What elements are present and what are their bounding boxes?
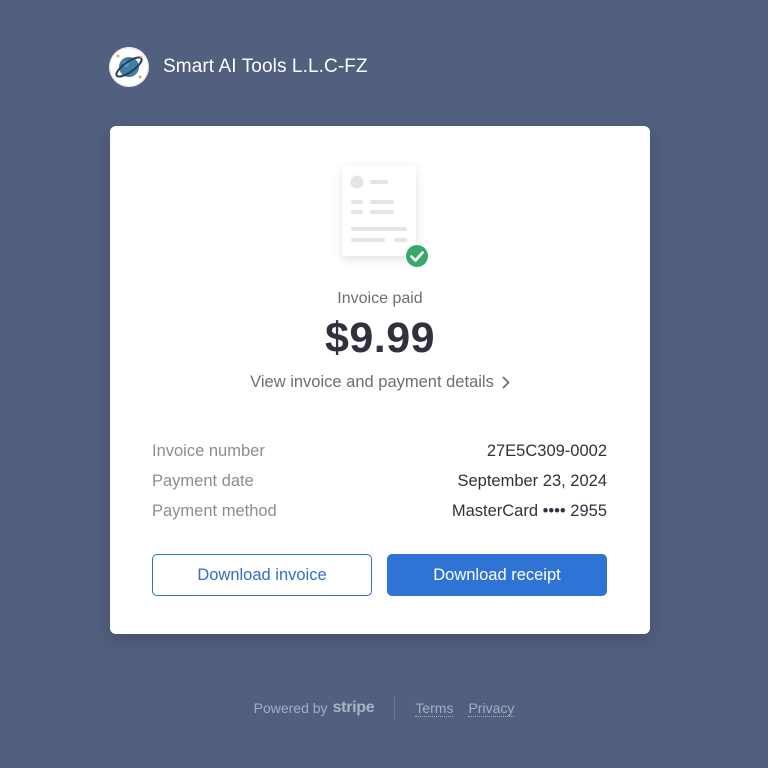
invoice-amount: $9.99	[324, 314, 436, 362]
row-label: Payment date	[152, 471, 254, 490]
row-value: September 23, 2024	[457, 471, 607, 490]
invoice-paid-illustration	[342, 166, 430, 269]
payment-date-row: Payment date September 23, 2024	[152, 466, 607, 496]
row-label: Payment method	[152, 501, 277, 520]
footer-divider	[394, 697, 396, 719]
invoice-details-list: Invoice number 27E5C309-0002 Payment dat…	[152, 436, 607, 526]
row-value: 27E5C309-0002	[486, 441, 607, 460]
invoice-card: Invoice paid $9.99 View invoice and paym…	[110, 126, 650, 634]
view-invoice-details-link[interactable]: View invoice and payment details	[110, 373, 650, 392]
row-value: MasterCard •••• 2955	[451, 501, 607, 520]
stripe-logo: stripe	[332, 699, 375, 716]
merchant-logo	[109, 47, 149, 87]
privacy-link[interactable]: Privacy	[468, 700, 515, 717]
powered-by-stripe[interactable]: Powered by stripe	[254, 699, 375, 717]
row-label: Invoice number	[152, 441, 265, 460]
planet-icon	[109, 47, 149, 87]
chevron-right-icon	[502, 376, 510, 389]
invoice-number-row: Invoice number 27E5C309-0002	[152, 436, 607, 466]
powered-by-label: Powered by	[253, 700, 328, 716]
page-footer: Powered by stripe Terms Privacy	[0, 697, 768, 719]
download-actions: Download invoice Download receipt	[152, 554, 607, 596]
merchant-header: Smart AI Tools L.L.C-FZ	[109, 47, 368, 87]
terms-link[interactable]: Terms	[415, 700, 454, 717]
merchant-name: Smart AI Tools L.L.C-FZ	[163, 56, 368, 77]
payment-method-row: Payment method MasterCard •••• 2955	[152, 496, 607, 526]
details-link-label: View invoice and payment details	[250, 373, 494, 391]
download-receipt-button[interactable]: Download receipt	[387, 554, 607, 596]
invoice-status-label: Invoice paid	[337, 290, 423, 307]
download-invoice-button[interactable]: Download invoice	[152, 554, 372, 596]
